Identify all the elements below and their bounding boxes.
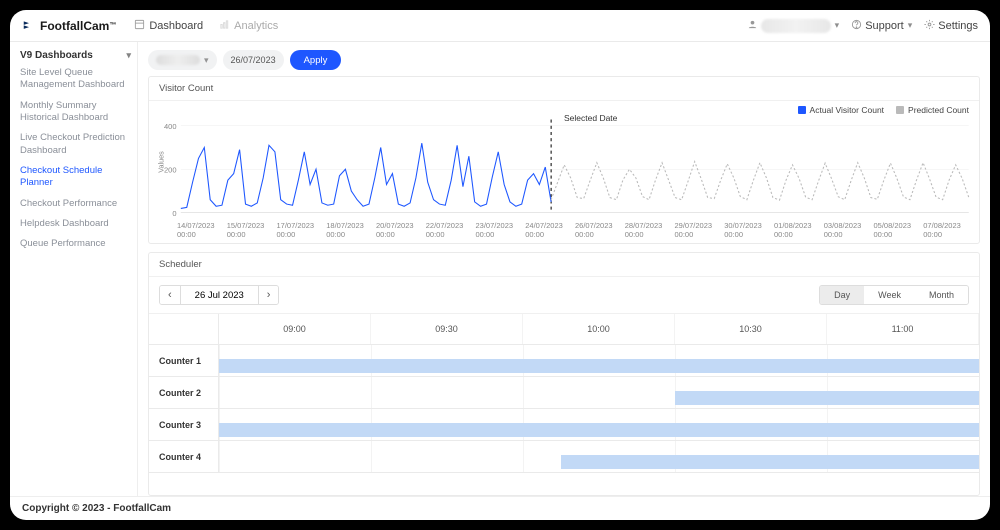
view-toggle: Day Week Month <box>819 285 969 305</box>
svg-text:Values: Values <box>156 151 165 173</box>
filter-bar: ▾ 26/07/2023 Apply <box>148 50 980 70</box>
settings-link[interactable]: Settings <box>924 19 978 33</box>
row-label: Counter 2 <box>149 377 219 408</box>
chevron-down-icon: ▾ <box>204 55 209 66</box>
schedule-bar[interactable] <box>219 423 979 437</box>
topbar: FootfallCam™ Dashboard Analytics ▾ <box>10 10 990 42</box>
sidebar-item-5[interactable]: Helpdesk Dashboard <box>20 218 131 230</box>
row-label: Counter 1 <box>149 345 219 376</box>
sidebar-item-0[interactable]: Site Level Queue Management Dashboard <box>20 67 131 92</box>
prev-day-button[interactable]: ‹ <box>160 286 180 304</box>
nav-analytics[interactable]: Analytics <box>219 19 278 33</box>
chevron-down-icon: ▾ <box>126 50 131 61</box>
user-menu[interactable]: ▾ <box>747 19 840 33</box>
gear-icon <box>924 19 935 33</box>
sidebar-group-header[interactable]: V9 Dashboards ▾ <box>20 50 131 61</box>
scheduler-time-header: 09:0009:3010:0010:3011:00 <box>149 314 979 345</box>
analytics-icon <box>219 19 230 33</box>
sidebar: V9 Dashboards ▾ Site Level Queue Managem… <box>10 42 138 496</box>
schedule-bar[interactable] <box>561 455 979 469</box>
next-day-button[interactable]: › <box>259 286 279 304</box>
view-day-button[interactable]: Day <box>820 286 864 304</box>
chevron-down-icon: ▾ <box>908 20 913 31</box>
time-header: 10:00 <box>523 314 675 344</box>
support-link[interactable]: Support ▾ <box>851 19 912 33</box>
svg-text:400: 400 <box>164 122 177 131</box>
brand-logo: FootfallCam™ <box>22 19 116 33</box>
chart-title: Visitor Count <box>149 77 979 101</box>
visitor-count-card: Visitor Count Actual Visitor Count Predi… <box>148 76 980 244</box>
dashboard-icon <box>134 19 145 33</box>
main-content: ▾ 26/07/2023 Apply Visitor Count Ac <box>138 42 990 496</box>
scheduler-row: Counter 1 <box>149 345 979 377</box>
date-nav: ‹ 26 Jul 2023 › <box>159 285 279 305</box>
row-bar-area <box>219 441 979 472</box>
chart-legend: Actual Visitor Count Predicted Count <box>798 105 969 115</box>
row-bar-area <box>219 377 979 408</box>
selected-date-label: Selected Date <box>564 113 617 123</box>
schedule-bar[interactable] <box>219 359 979 373</box>
help-icon <box>851 19 862 33</box>
time-header: 10:30 <box>675 314 827 344</box>
scheduler-title: Scheduler <box>149 253 979 277</box>
view-week-button[interactable]: Week <box>864 286 915 304</box>
chart-x-axis: 14/07/2023 00:0015/07/2023 00:0017/07/20… <box>149 221 979 243</box>
user-name-blurred <box>761 19 831 33</box>
footer-copyright: Copyright © 2023 - FootfallCam <box>10 496 990 520</box>
time-header: 09:00 <box>219 314 371 344</box>
scheduler-row: Counter 4 <box>149 441 979 473</box>
user-icon <box>747 19 758 33</box>
svg-text:0: 0 <box>172 209 176 218</box>
view-month-button[interactable]: Month <box>915 286 968 304</box>
date-value: 26/07/2023 <box>231 55 276 65</box>
scheduler-date: 26 Jul 2023 <box>180 286 259 304</box>
time-header: 09:30 <box>371 314 523 344</box>
legend-predicted[interactable]: Predicted Count <box>896 105 969 115</box>
sidebar-item-3[interactable]: Checkout Schedule Planner <box>20 165 131 190</box>
nav-dashboard[interactable]: Dashboard <box>134 19 203 33</box>
schedule-bar[interactable] <box>675 391 979 405</box>
svg-text:200: 200 <box>164 165 177 174</box>
time-header: 11:00 <box>827 314 979 344</box>
chevron-down-icon: ▾ <box>835 20 840 31</box>
row-bar-area <box>219 409 979 440</box>
sidebar-item-6[interactable]: Queue Performance <box>20 238 131 250</box>
sidebar-item-1[interactable]: Monthly Summary Historical Dashboard <box>20 100 131 125</box>
row-bar-area <box>219 345 979 376</box>
sidebar-item-4[interactable]: Checkout Performance <box>20 198 131 210</box>
row-label: Counter 4 <box>149 441 219 472</box>
scheduler-row: Counter 3 <box>149 409 979 441</box>
row-label: Counter 3 <box>149 409 219 440</box>
legend-actual[interactable]: Actual Visitor Count <box>798 105 885 115</box>
scheduler-card: Scheduler ‹ 26 Jul 2023 › Day Week Month <box>148 252 980 496</box>
apply-button[interactable]: Apply <box>290 50 342 70</box>
site-select[interactable]: ▾ <box>148 50 217 70</box>
sidebar-item-2[interactable]: Live Checkout Prediction Dashboard <box>20 132 131 157</box>
site-value-blurred <box>156 55 200 65</box>
scheduler-row: Counter 2 <box>149 377 979 409</box>
date-select[interactable]: 26/07/2023 <box>223 50 284 70</box>
